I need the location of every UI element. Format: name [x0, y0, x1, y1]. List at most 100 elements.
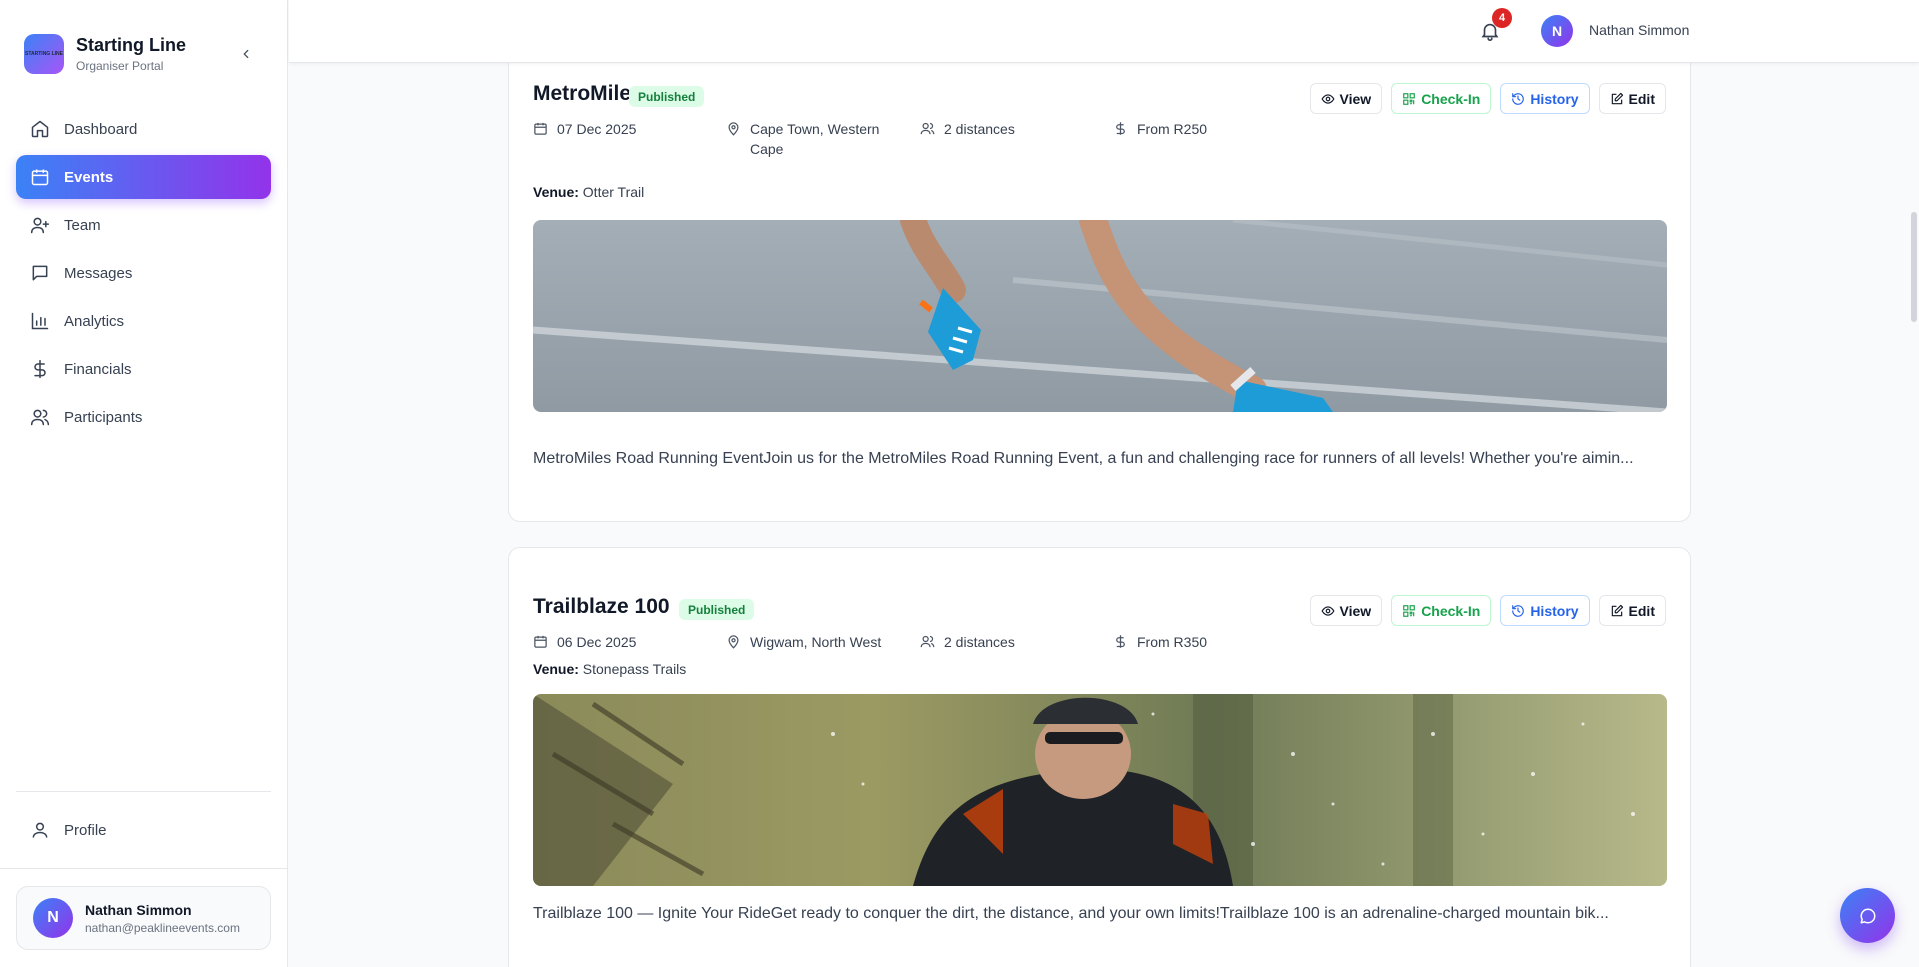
- event-location-text: Wigwam, North West: [750, 634, 882, 650]
- home-icon: [31, 120, 49, 138]
- event-price-text: From R250: [1137, 121, 1208, 137]
- avatar: N: [33, 898, 73, 938]
- sidebar: STARTING LINE Starting Line Organiser Po…: [0, 0, 288, 967]
- eye-icon: [1321, 93, 1335, 104]
- checkin-button[interactable]: Check-In: [1391, 83, 1492, 114]
- calendar-icon: [31, 169, 49, 186]
- avatar[interactable]: N: [1541, 15, 1573, 47]
- sidebar-item-label: Participants: [64, 408, 143, 426]
- history-label: History: [1530, 90, 1579, 107]
- sidebar-divider: [16, 791, 271, 792]
- event-venue: Venue: Stonepass Trails: [533, 661, 686, 677]
- view-button[interactable]: View: [1309, 595, 1383, 626]
- notification-badge: 4: [1492, 8, 1512, 28]
- top-header: 4 N Nathan Simmon: [289, 0, 1919, 63]
- brand-title: Starting Line: [76, 35, 187, 55]
- history-icon: [1512, 92, 1525, 105]
- history-label: History: [1530, 602, 1579, 619]
- checkin-button[interactable]: Check-In: [1391, 595, 1492, 626]
- sidebar-item-dashboard[interactable]: Dashboard: [16, 107, 271, 151]
- event-location: Wigwam, North West: [726, 632, 881, 652]
- sidebar-item-profile[interactable]: Profile: [16, 808, 271, 852]
- event-title[interactable]: MetroMiles: [533, 82, 643, 106]
- sidebar-item-label: Team: [64, 216, 101, 234]
- event-venue: Venue: Otter Trail: [533, 184, 644, 200]
- brand-logo: STARTING LINE: [24, 34, 64, 74]
- sidebar-item-label: Dashboard: [64, 120, 138, 138]
- event-distances-text: 2 distances: [944, 121, 1015, 137]
- user-email: nathan@peaklineevents.com: [85, 920, 240, 935]
- event-distances: 2 distances: [920, 632, 1015, 652]
- sidebar-item-label: Messages: [64, 264, 133, 282]
- calendar-icon: [534, 635, 547, 648]
- history-button[interactable]: History: [1500, 83, 1590, 114]
- event-banner-image: [533, 220, 1667, 412]
- users-icon: [920, 635, 935, 648]
- dollar-icon: [1116, 635, 1125, 648]
- event-price: From R250: [1113, 119, 1207, 139]
- chevron-left-icon: [243, 49, 249, 59]
- event-date: 07 Dec 2025: [533, 119, 636, 139]
- event-distances: 2 distances: [920, 119, 1015, 139]
- edit-label: Edit: [1628, 602, 1655, 619]
- sidebar-item-analytics[interactable]: Analytics: [16, 299, 271, 343]
- event-title[interactable]: Trailblaze 100: [533, 595, 670, 619]
- event-location-text: Cape Town, Western Cape: [750, 121, 880, 157]
- event-date: 06 Dec 2025: [533, 632, 636, 652]
- event-card: Trailblaze 100 Published View Check-In H…: [508, 547, 1691, 967]
- sidebar-divider: [0, 868, 288, 869]
- status-badge: Published: [679, 599, 755, 620]
- scrollbar-thumb[interactable]: [1911, 212, 1917, 322]
- event-location: Cape Town, Western Cape: [726, 119, 891, 159]
- venue-value: Stonepass Trails: [582, 661, 687, 677]
- event-banner-image: [533, 694, 1667, 886]
- venue-value: Otter Trail: [582, 184, 645, 200]
- edit-label: Edit: [1628, 90, 1655, 107]
- map-pin-icon: [728, 635, 739, 649]
- user-icon: [32, 822, 48, 838]
- map-pin-icon: [728, 122, 739, 136]
- checkin-label: Check-In: [1421, 602, 1481, 619]
- event-description: MetroMiles Road Running EventJoin us for…: [533, 450, 1634, 467]
- users-icon: [30, 409, 50, 426]
- status-badge: Published: [629, 86, 705, 107]
- edit-icon: [1611, 604, 1623, 616]
- history-icon: [1512, 604, 1525, 617]
- users-icon: [920, 122, 935, 135]
- venue-label: Venue:: [533, 184, 579, 200]
- event-price-text: From R350: [1137, 634, 1208, 650]
- brand[interactable]: STARTING LINE Starting Line Organiser Po…: [24, 34, 186, 74]
- events-list: MetroMiles Published View Check-In Histo…: [289, 63, 1919, 967]
- sidebar-item-events[interactable]: Events: [16, 155, 271, 199]
- event-description: Trailblaze 100 — Ignite Your RideGet rea…: [533, 905, 1609, 922]
- event-date-text: 07 Dec 2025: [557, 121, 637, 137]
- dollar-icon: [34, 359, 46, 379]
- user-card[interactable]: N Nathan Simmon nathan@peaklineevents.co…: [16, 886, 271, 950]
- runner-legs-image: [533, 220, 1667, 412]
- header-user-name[interactable]: Nathan Simmon: [1589, 22, 1689, 38]
- eye-icon: [1321, 605, 1335, 616]
- view-button[interactable]: View: [1309, 83, 1383, 114]
- collapse-sidebar-button[interactable]: [236, 44, 256, 64]
- event-card: MetroMiles Published View Check-In Histo…: [508, 63, 1691, 522]
- message-icon: [32, 265, 48, 281]
- edit-button[interactable]: Edit: [1598, 595, 1666, 626]
- bar-chart-icon: [31, 312, 49, 330]
- user-name: Nathan Simmon: [85, 901, 192, 918]
- edit-button[interactable]: Edit: [1598, 83, 1666, 114]
- qr-code-icon: [1403, 604, 1416, 617]
- event-distances-text: 2 distances: [944, 634, 1015, 650]
- history-button[interactable]: History: [1500, 595, 1590, 626]
- sidebar-item-team[interactable]: Team: [16, 203, 271, 247]
- sidebar-item-financials[interactable]: Financials: [16, 347, 271, 391]
- view-label: View: [1339, 602, 1372, 619]
- dollar-icon: [1116, 122, 1125, 135]
- checkin-label: Check-In: [1421, 90, 1481, 107]
- chat-button[interactable]: [1840, 888, 1895, 943]
- user-plus-icon: [30, 217, 50, 234]
- sidebar-item-participants[interactable]: Participants: [16, 395, 271, 439]
- sidebar-item-label: Financials: [64, 360, 132, 378]
- brand-subtitle: Organiser Portal: [76, 59, 164, 73]
- sidebar-item-messages[interactable]: Messages: [16, 251, 271, 295]
- view-label: View: [1339, 90, 1372, 107]
